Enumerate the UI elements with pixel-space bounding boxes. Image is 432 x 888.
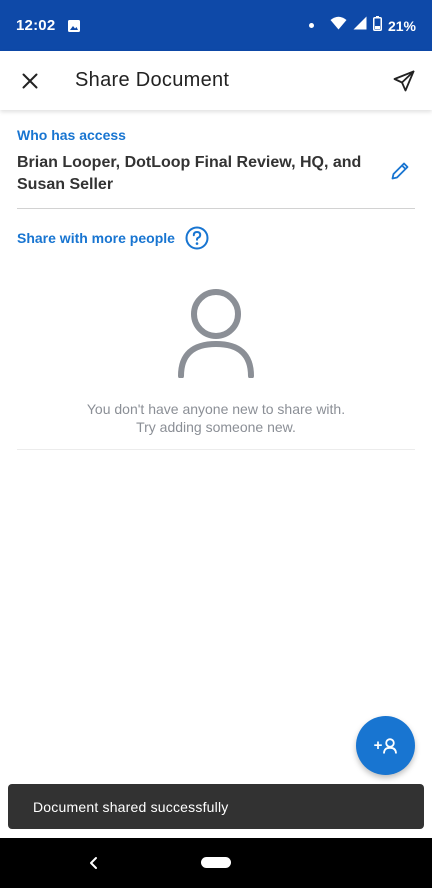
image-icon — [67, 19, 81, 33]
status-bar: 12:02 21% — [0, 0, 432, 51]
access-row: Brian Looper, DotLoop Final Review, HQ, … — [17, 152, 415, 196]
share-with-more-people-link[interactable]: Share with more people — [17, 230, 175, 246]
empty-message-line2: Try adding someone new. — [136, 419, 296, 435]
divider — [17, 208, 415, 209]
add-person-button[interactable]: + — [356, 716, 415, 775]
empty-state: You don't have anyone new to share with.… — [0, 288, 432, 436]
pencil-icon — [391, 162, 409, 180]
snackbar-message: Document shared successfully — [33, 798, 229, 815]
share-more-section: Share with more people — [17, 226, 209, 250]
home-button[interactable] — [201, 857, 231, 868]
fab-plus-label: + — [373, 737, 383, 754]
who-has-access-label: Who has access — [17, 127, 126, 143]
edit-access-button[interactable] — [385, 156, 415, 186]
wifi-icon — [330, 16, 347, 35]
back-icon[interactable] — [84, 852, 104, 874]
app-bar: Share Document — [0, 51, 432, 110]
close-icon — [22, 73, 38, 88]
page-title: Share Document — [75, 69, 230, 91]
signal-icon — [353, 16, 367, 35]
battery-percent: 21% — [387, 17, 416, 34]
close-button[interactable] — [0, 51, 60, 110]
empty-message: You don't have anyone new to share with.… — [0, 400, 432, 436]
empty-message-line1: You don't have anyone new to share with. — [86, 401, 346, 417]
divider — [17, 449, 415, 450]
battery-icon — [372, 15, 382, 36]
add-person-icon — [383, 737, 398, 754]
person-icon — [178, 289, 254, 378]
send-button[interactable] — [376, 51, 432, 110]
status-icons: 21% — [308, 15, 416, 36]
help-icon[interactable] — [185, 226, 209, 250]
access-section: Who has access Brian Looper, DotLoop Fin… — [17, 127, 415, 196]
navigation-bar — [0, 838, 432, 888]
dot-icon — [308, 23, 314, 28]
status-time: 12:02 — [16, 17, 56, 34]
snackbar: Document shared successfully — [8, 784, 424, 829]
access-names: Brian Looper, DotLoop Final Review, HQ, … — [17, 154, 362, 193]
send-icon — [393, 70, 415, 91]
